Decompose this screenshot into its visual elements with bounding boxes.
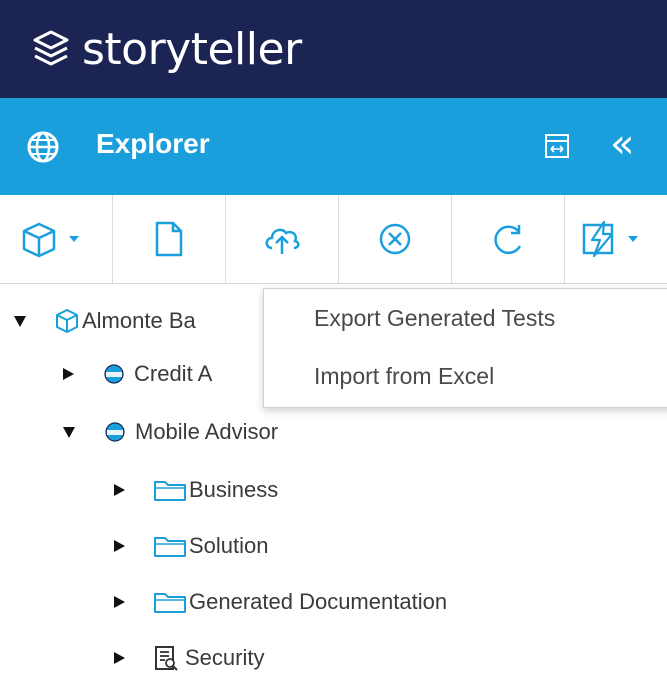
tree-node[interactable]: Business bbox=[114, 465, 278, 515]
tree-node-label: Credit A bbox=[134, 361, 213, 386]
top-bar: storyteller bbox=[0, 0, 667, 98]
globe-icon bbox=[26, 130, 60, 169]
collapsed-arrow-icon[interactable] bbox=[114, 652, 125, 664]
explorer-toolbar bbox=[0, 195, 667, 284]
tree-node[interactable]: Almonte Ba bbox=[14, 296, 196, 346]
new-item-dropdown-button[interactable] bbox=[0, 195, 113, 283]
folder-icon bbox=[153, 590, 187, 614]
tree-node-label: Business bbox=[189, 477, 279, 502]
export-generated-tests-menu-item[interactable]: Export Generated Tests bbox=[314, 305, 555, 332]
refresh-button[interactable] bbox=[452, 195, 565, 283]
tree-node-label: Security bbox=[185, 645, 265, 670]
tree-node[interactable]: Solution bbox=[114, 521, 269, 571]
tree-node-label: Almonte Ba bbox=[82, 308, 196, 333]
brand-logo[interactable]: storyteller bbox=[30, 24, 302, 75]
tree-node-label: Solution bbox=[189, 533, 269, 558]
tree-node-label: Generated Documentation bbox=[189, 589, 448, 614]
brand-name: storyteller bbox=[82, 23, 302, 75]
cloud-upload-icon bbox=[262, 222, 302, 256]
cube-icon bbox=[54, 308, 80, 334]
tree-node[interactable]: Generated Documentation bbox=[114, 577, 447, 627]
collapsed-arrow-icon[interactable] bbox=[114, 596, 125, 608]
panel-title: Explorer bbox=[96, 128, 210, 159]
import-from-excel-menu-item[interactable]: Import from Excel bbox=[314, 363, 494, 390]
cube-icon bbox=[21, 219, 91, 259]
expanded-arrow-icon[interactable] bbox=[63, 426, 75, 438]
generate-dropdown-button[interactable] bbox=[565, 195, 665, 283]
app-badge-icon bbox=[103, 420, 127, 444]
tree-node[interactable]: Security bbox=[114, 633, 264, 683]
tree-node[interactable]: Credit A bbox=[63, 349, 212, 399]
new-document-button[interactable] bbox=[113, 195, 226, 283]
lightning-edit-dropdown-icon bbox=[580, 219, 650, 259]
collapsed-arrow-icon[interactable] bbox=[114, 484, 125, 496]
expand-panel-icon[interactable] bbox=[543, 132, 571, 165]
cancel-circle-icon bbox=[378, 222, 412, 256]
security-doc-icon bbox=[153, 645, 179, 671]
folder-icon bbox=[153, 478, 187, 502]
cancel-button[interactable] bbox=[339, 195, 452, 283]
collapsed-arrow-icon[interactable] bbox=[114, 540, 125, 552]
upload-button[interactable] bbox=[226, 195, 339, 283]
expanded-arrow-icon[interactable] bbox=[14, 315, 26, 327]
storyteller-logo-icon bbox=[30, 28, 72, 70]
collapse-panel-button[interactable]: « bbox=[610, 122, 634, 166]
collapsed-arrow-icon[interactable] bbox=[63, 368, 74, 380]
tree-node[interactable]: Mobile Advisor bbox=[63, 407, 278, 457]
app-badge-icon bbox=[102, 362, 126, 386]
refresh-icon bbox=[491, 222, 525, 256]
explorer-header: Explorer « bbox=[0, 98, 667, 195]
folder-icon bbox=[153, 534, 187, 558]
tree-node-label: Mobile Advisor bbox=[135, 419, 279, 444]
new-document-icon bbox=[154, 220, 184, 258]
generate-context-menu: Export Generated Tests Import from Excel bbox=[263, 288, 667, 408]
